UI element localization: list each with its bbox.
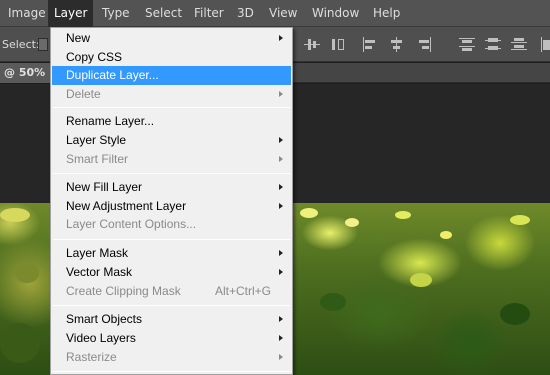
menu-item-rasterize[interactable]: Rasterize — [52, 348, 291, 367]
menu-item-vector-mask[interactable]: Vector Mask — [52, 263, 291, 282]
menu-item-label: New Adjustment Layer — [66, 199, 187, 213]
menu-item-shortcut: Alt+Ctrl+G — [214, 284, 271, 298]
submenu-arrow-icon — [279, 316, 283, 322]
menu-3d[interactable]: 3D — [231, 0, 260, 27]
menu-item-create-clipping-mask[interactable]: Create Clipping Mask Alt+Ctrl+G — [52, 282, 291, 301]
submenu-arrow-icon — [279, 184, 283, 190]
menu-item-new-adjustment-layer[interactable]: New Adjustment Layer — [52, 197, 291, 216]
menu-item-rename-layer[interactable]: Rename Layer... — [52, 112, 291, 131]
menu-filter[interactable]: Filter — [188, 0, 230, 27]
menu-image[interactable]: Image — [2, 0, 52, 27]
menu-separator — [53, 173, 290, 174]
distribute-bottom-icon[interactable] — [511, 37, 527, 52]
menu-item-smart-objects[interactable]: Smart Objects — [52, 310, 291, 329]
menu-item-delete[interactable]: Delete — [52, 85, 291, 104]
menu-item-label: Copy CSS — [66, 50, 123, 64]
submenu-arrow-icon — [279, 137, 283, 143]
distribute-left-icon[interactable] — [540, 37, 550, 52]
menu-type[interactable]: Type — [96, 0, 136, 27]
menu-separator — [53, 305, 290, 306]
menu-item-new[interactable]: New — [52, 29, 291, 48]
menu-layer[interactable]: Layer — [48, 0, 94, 27]
submenu-arrow-icon — [279, 91, 283, 97]
align-vertical-center-icon[interactable] — [330, 37, 346, 52]
menu-item-new-fill-layer[interactable]: New Fill Layer — [52, 178, 291, 197]
submenu-arrow-icon — [279, 335, 283, 341]
menu-bar: Image Layer Type Select Filter 3D View W… — [0, 0, 550, 27]
menu-separator — [53, 107, 290, 108]
auto-select-label: Select: — [2, 38, 40, 51]
auto-select-dropdown[interactable] — [38, 38, 48, 51]
menu-item-layer-style[interactable]: Layer Style — [52, 131, 291, 150]
distribute-top-icon[interactable] — [459, 37, 475, 52]
menu-item-layer-mask[interactable]: Layer Mask — [52, 244, 291, 263]
menu-item-label: Layer Content Options... — [66, 217, 197, 231]
submenu-arrow-icon — [279, 156, 283, 162]
menu-view[interactable]: View — [263, 0, 303, 27]
menu-item-label: Smart Objects — [66, 312, 143, 326]
menu-item-copy-css[interactable]: Copy CSS — [52, 48, 291, 67]
menu-window[interactable]: Window — [306, 0, 365, 27]
menu-item-duplicate-layer[interactable]: Duplicate Layer... — [52, 66, 291, 85]
submenu-arrow-icon — [279, 269, 283, 275]
align-horizontal-center-icon[interactable] — [389, 37, 405, 52]
menu-item-label: Layer Style — [66, 133, 127, 147]
menu-separator — [53, 371, 290, 372]
submenu-arrow-icon — [279, 203, 283, 209]
menu-item-label: Duplicate Layer... — [66, 68, 159, 82]
menu-item-label: New — [66, 31, 91, 45]
align-left-icon[interactable] — [362, 37, 378, 52]
submenu-arrow-icon — [279, 354, 283, 360]
distribute-vertical-center-icon[interactable] — [485, 37, 501, 52]
menu-item-label: New Fill Layer — [66, 180, 143, 194]
submenu-arrow-icon — [279, 250, 283, 256]
submenu-arrow-icon — [279, 35, 283, 41]
menu-item-label: Video Layers — [66, 331, 136, 345]
layer-menu-dropdown: New Copy CSS Duplicate Layer... Delete R… — [50, 27, 293, 375]
menu-item-smart-filter[interactable]: Smart Filter — [52, 150, 291, 169]
align-top-icon[interactable] — [304, 37, 320, 52]
menu-item-label: Rename Layer... — [66, 114, 155, 128]
menu-item-label: Smart Filter — [66, 152, 129, 166]
menu-item-label: Vector Mask — [66, 265, 133, 279]
menu-item-label: Layer Mask — [66, 246, 129, 260]
menu-select[interactable]: Select — [139, 0, 188, 27]
menu-item-layer-content-options[interactable]: Layer Content Options... — [52, 215, 291, 234]
menu-help[interactable]: Help — [367, 0, 406, 27]
menu-item-video-layers[interactable]: Video Layers — [52, 329, 291, 348]
menu-separator — [53, 239, 290, 240]
menu-item-label: Rasterize — [66, 350, 117, 364]
menu-item-label: Delete — [66, 87, 101, 101]
menu-item-label: Create Clipping Mask — [66, 284, 181, 298]
align-right-icon[interactable] — [416, 37, 432, 52]
